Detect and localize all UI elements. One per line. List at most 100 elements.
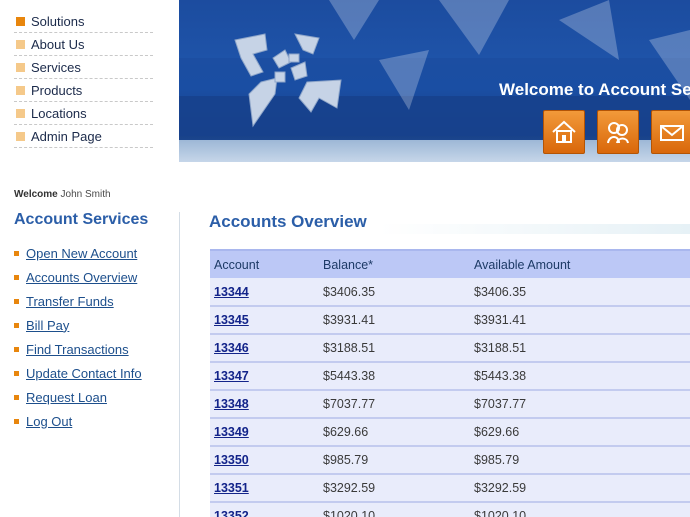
- account-cell: 13351: [210, 474, 319, 503]
- table-row: 13352 $1020.10 $1020.10: [210, 502, 690, 517]
- title-underline: [379, 224, 690, 234]
- table-row: 13350 $985.79 $985.79: [210, 446, 690, 475]
- account-link[interactable]: 13344: [214, 285, 249, 299]
- available-cell: $3292.59: [470, 474, 690, 503]
- top-nav-label: About Us: [31, 36, 85, 52]
- bullet-icon: [16, 108, 25, 118]
- top-nav-item-services[interactable]: Services: [14, 56, 153, 79]
- table-row: 13351 $3292.59 $3292.59: [210, 474, 690, 503]
- account-cell: 13345: [210, 306, 319, 335]
- contact-button[interactable]: [651, 110, 690, 154]
- user-name: John Smith: [60, 189, 111, 200]
- available-cell: $3188.51: [470, 334, 690, 363]
- available-cell: $629.66: [470, 418, 690, 447]
- sidebar-item-update-contact-info[interactable]: Update Contact Info: [14, 361, 142, 385]
- bullet-icon: [16, 62, 25, 72]
- bullet-icon: [14, 418, 19, 424]
- sidebar-item-find-transactions[interactable]: Find Transactions: [14, 337, 142, 361]
- account-link[interactable]: 13345: [214, 313, 249, 327]
- sidebar-link-label[interactable]: Open New Account: [26, 246, 137, 261]
- sidebar-link-label[interactable]: Update Contact Info: [26, 366, 142, 381]
- sidebar-item-request-loan[interactable]: Request Loan: [14, 385, 142, 409]
- sidebar-link-label[interactable]: Accounts Overview: [26, 270, 137, 285]
- column-header-balance: Balance*: [319, 249, 470, 278]
- sidebar-link-label[interactable]: Bill Pay: [26, 318, 69, 333]
- sidebar-link-label[interactable]: Log Out: [26, 414, 72, 429]
- sidebar-link-label[interactable]: Find Transactions: [26, 342, 129, 357]
- account-link[interactable]: 13348: [214, 397, 249, 411]
- sidebar-item-accounts-overview[interactable]: Accounts Overview: [14, 265, 142, 289]
- account-cell: 13347: [210, 362, 319, 391]
- bullet-icon: [14, 394, 19, 400]
- available-cell: $985.79: [470, 446, 690, 475]
- top-nav-item-admin-page[interactable]: Admin Page: [14, 125, 153, 148]
- about-button[interactable]: [597, 110, 639, 154]
- balance-cell: $1020.10: [319, 502, 470, 517]
- column-header-account: Account: [210, 249, 319, 278]
- available-cell: $5443.38: [470, 362, 690, 391]
- sidebar-item-transfer-funds[interactable]: Transfer Funds: [14, 289, 142, 313]
- account-link[interactable]: 13349: [214, 425, 249, 439]
- home-button[interactable]: [543, 110, 585, 154]
- account-link[interactable]: 13347: [214, 369, 249, 383]
- sidebar-link-label[interactable]: Transfer Funds: [26, 294, 114, 309]
- balance-cell: $3292.59: [319, 474, 470, 503]
- sidebar-item-log-out[interactable]: Log Out: [14, 409, 142, 433]
- account-link[interactable]: 13352: [214, 509, 249, 517]
- top-nav-item-locations[interactable]: Locations: [14, 102, 153, 125]
- bullet-icon: [14, 346, 19, 352]
- mail-icon: [660, 125, 684, 141]
- balance-cell: $7037.77: [319, 390, 470, 419]
- available-cell: $1020.10: [470, 502, 690, 517]
- balance-cell: $629.66: [319, 418, 470, 447]
- sidebar-item-open-new-account[interactable]: Open New Account: [14, 241, 142, 265]
- sidebar-item-bill-pay[interactable]: Bill Pay: [14, 313, 142, 337]
- available-cell: $3406.35: [470, 278, 690, 307]
- top-nav-item-about-us[interactable]: About Us: [14, 33, 153, 56]
- top-nav-label: Products: [31, 82, 83, 98]
- welcome-heading: Welcome to Account Ser: [499, 80, 690, 99]
- top-nav-item-solutions[interactable]: Solutions: [14, 10, 153, 33]
- account-link[interactable]: 13346: [214, 341, 249, 355]
- table-header-row: Account Balance* Available Amount: [210, 249, 690, 278]
- account-services-title: Account Services: [14, 211, 149, 228]
- account-services-menu: Open New Account Accounts Overview Trans…: [14, 241, 142, 433]
- logo-icon: [234, 33, 342, 128]
- welcome-label: Welcome: [14, 189, 58, 200]
- balance-cell: $3188.51: [319, 334, 470, 363]
- top-nav-label: Admin Page: [31, 128, 102, 144]
- account-cell: 13348: [210, 390, 319, 419]
- main-title-bar: Accounts Overview: [209, 212, 690, 234]
- balance-cell: $985.79: [319, 446, 470, 475]
- bullet-icon: [14, 274, 19, 280]
- top-nav-item-products[interactable]: Products: [14, 79, 153, 102]
- about-icon: [607, 122, 629, 144]
- available-cell: $3931.41: [470, 306, 690, 335]
- bullet-icon: [16, 16, 25, 26]
- bullet-icon: [16, 131, 25, 141]
- table-row: 13346 $3188.51 $3188.51: [210, 334, 690, 363]
- sidebar-link-label[interactable]: Request Loan: [26, 390, 107, 405]
- bullet-icon: [14, 370, 19, 376]
- column-header-available: Available Amount: [470, 249, 690, 278]
- table-row: 13347 $5443.38 $5443.38: [210, 362, 690, 391]
- header-banner: Welcome to Account Ser: [179, 0, 690, 162]
- top-nav-label: Services: [31, 59, 81, 75]
- table-row: 13349 $629.66 $629.66: [210, 418, 690, 447]
- bullet-icon: [14, 322, 19, 328]
- page-title: Accounts Overview: [209, 212, 367, 231]
- account-cell: 13344: [210, 278, 319, 307]
- home-icon: [552, 120, 576, 143]
- table-row: 13345 $3931.41 $3931.41: [210, 306, 690, 335]
- account-cell: 13349: [210, 418, 319, 447]
- account-link[interactable]: 13351: [214, 481, 249, 495]
- table-row: 13344 $3406.35 $3406.35: [210, 278, 690, 307]
- account-link[interactable]: 13350: [214, 453, 249, 467]
- top-nav: Solutions About Us Services Products Loc…: [14, 10, 153, 148]
- bullet-icon: [14, 250, 19, 256]
- account-cell: 13352: [210, 502, 319, 517]
- balance-cell: $3406.35: [319, 278, 470, 307]
- table-row: 13348 $7037.77 $7037.77: [210, 390, 690, 419]
- account-cell: 13350: [210, 446, 319, 475]
- welcome-user: Welcome John Smith: [14, 189, 111, 200]
